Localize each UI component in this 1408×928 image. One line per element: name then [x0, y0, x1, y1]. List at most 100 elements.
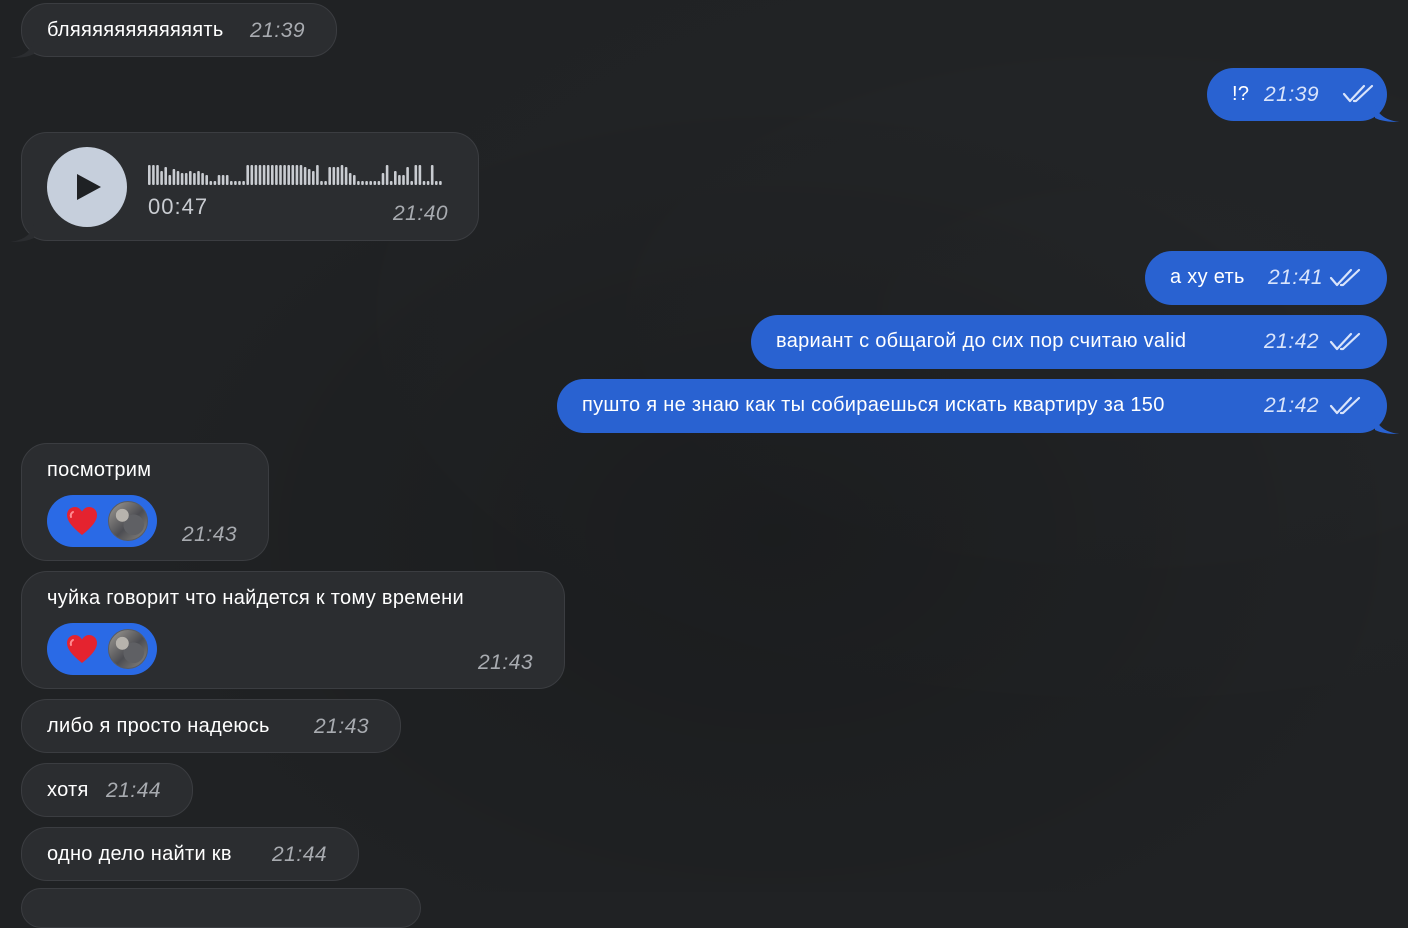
message-text: одно дело найти кв: [47, 843, 232, 865]
avatar[interactable]: [108, 501, 148, 541]
waveform-bar: [172, 169, 176, 185]
waveform-bar: [176, 171, 180, 185]
message-time: 21:39: [250, 19, 306, 42]
waveform-bar: [410, 181, 413, 185]
waveform-bar: [287, 165, 290, 185]
waveform-bar: [201, 173, 204, 185]
double-check-icon: [1329, 268, 1361, 287]
incoming-message-partial[interactable]: [21, 888, 421, 928]
message-text: либо я просто надеюсь: [47, 715, 270, 737]
waveform-bar: [184, 173, 188, 185]
waveform-bar: [217, 175, 221, 185]
heart-icon: [67, 635, 97, 663]
waveform-bar: [238, 181, 241, 185]
waveform-bar: [414, 165, 418, 185]
waveform-bar: [193, 173, 196, 185]
waveform-bar: [398, 175, 401, 185]
waveform-bar: [262, 165, 266, 185]
waveform-bar: [250, 165, 254, 185]
waveform-bar: [283, 165, 286, 185]
message-time: 21:43: [182, 523, 238, 546]
waveform-bar: [230, 181, 233, 185]
waveform-bar: [295, 165, 299, 185]
message-text: а ху еть: [1170, 266, 1245, 288]
waveform-bar: [406, 167, 409, 185]
waveform-bar: [291, 165, 295, 185]
message-time: 21:43: [314, 715, 370, 738]
message-time: 21:44: [272, 843, 328, 866]
waveform-bar: [353, 175, 356, 185]
message-time: 21:39: [1264, 83, 1320, 106]
waveform-bar: [439, 181, 442, 185]
waveform-bar: [312, 171, 315, 185]
waveform-bar: [303, 167, 307, 185]
waveform-bar: [422, 181, 426, 185]
message-text: !?: [1232, 83, 1250, 105]
waveform-bar: [328, 167, 331, 185]
waveform-bar: [197, 171, 200, 185]
waveform-bar: [385, 165, 389, 185]
bubble-tail-icon: [1375, 104, 1399, 122]
waveform-bar: [389, 181, 393, 185]
waveform-bar: [369, 181, 372, 185]
message-time: 21:41: [1268, 266, 1324, 289]
waveform-bar: [365, 181, 368, 185]
bubble-tail-icon: [10, 224, 34, 242]
waveform-bar: [332, 167, 336, 185]
message-text: чуйка говорит что найдется к тому времен…: [47, 587, 464, 609]
waveform-bar: [377, 181, 381, 185]
outgoing-message[interactable]: !? 21:39: [1207, 68, 1399, 122]
waveform-bar: [307, 169, 311, 185]
outgoing-message[interactable]: вариант с общагой до сих пор считаю vali…: [751, 315, 1387, 369]
reaction-pill[interactable]: [47, 623, 157, 675]
incoming-message[interactable]: либо я просто надеюсь 21:43: [21, 699, 401, 753]
waveform-bar: [324, 181, 327, 185]
incoming-message[interactable]: одно дело найти кв 21:44: [21, 827, 359, 881]
voice-duration: 00:47: [148, 194, 209, 219]
waveform-bar: [336, 167, 340, 185]
message-text: бляяяяяяяяяяяять: [47, 19, 224, 41]
waveform-bar: [258, 165, 262, 185]
waveform-bar: [152, 165, 155, 185]
waveform-bar: [205, 175, 208, 185]
message-text: хотя: [47, 779, 89, 801]
message-time: 21:42: [1264, 330, 1320, 353]
outgoing-message[interactable]: пушто я не знаю как ты собираешься искат…: [557, 379, 1399, 434]
incoming-message[interactable]: посмотрим 21:43: [21, 443, 269, 561]
voice-message[interactable]: 00:47 21:40: [10, 132, 479, 242]
waveform-bar: [266, 165, 270, 185]
waveform-bar: [418, 165, 422, 185]
heart-icon: [67, 507, 97, 535]
voice-waveform[interactable]: [148, 161, 448, 185]
message-text: пушто я не знаю как ты собираешься искат…: [582, 394, 1165, 416]
incoming-message[interactable]: хотя 21:44: [21, 763, 193, 817]
double-check-icon: [1329, 396, 1361, 415]
outgoing-message[interactable]: а ху еть 21:41: [1145, 251, 1387, 305]
waveform-bar: [221, 175, 225, 185]
waveform-bar: [430, 165, 434, 185]
waveform-bar: [299, 165, 303, 185]
waveform-bar: [348, 173, 352, 185]
reaction-pill[interactable]: [47, 495, 157, 547]
waveform-bar: [394, 171, 397, 185]
incoming-message[interactable]: чуйка говорит что найдется к тому времен…: [21, 571, 565, 689]
play-button[interactable]: [47, 147, 127, 227]
waveform-bar: [435, 181, 438, 185]
waveform-bar: [320, 181, 323, 185]
waveform-bar: [279, 165, 282, 185]
waveform-bar: [402, 175, 405, 185]
message-text: вариант с общагой до сих пор считаю vali…: [776, 330, 1187, 352]
waveform-bar: [189, 171, 192, 185]
message-text: посмотрим: [47, 459, 152, 481]
message-time: 21:43: [478, 651, 534, 674]
waveform-bar: [275, 165, 278, 185]
waveform-bar: [213, 181, 217, 185]
waveform-bar: [225, 175, 229, 185]
waveform-bar: [344, 167, 348, 185]
waveform-bar: [340, 165, 344, 185]
waveform-bar: [164, 167, 167, 185]
waveform-bar: [148, 165, 151, 185]
incoming-message[interactable]: бляяяяяяяяяяяять 21:39: [10, 3, 337, 58]
bubble-tail-icon: [1375, 416, 1399, 434]
avatar[interactable]: [108, 629, 148, 669]
